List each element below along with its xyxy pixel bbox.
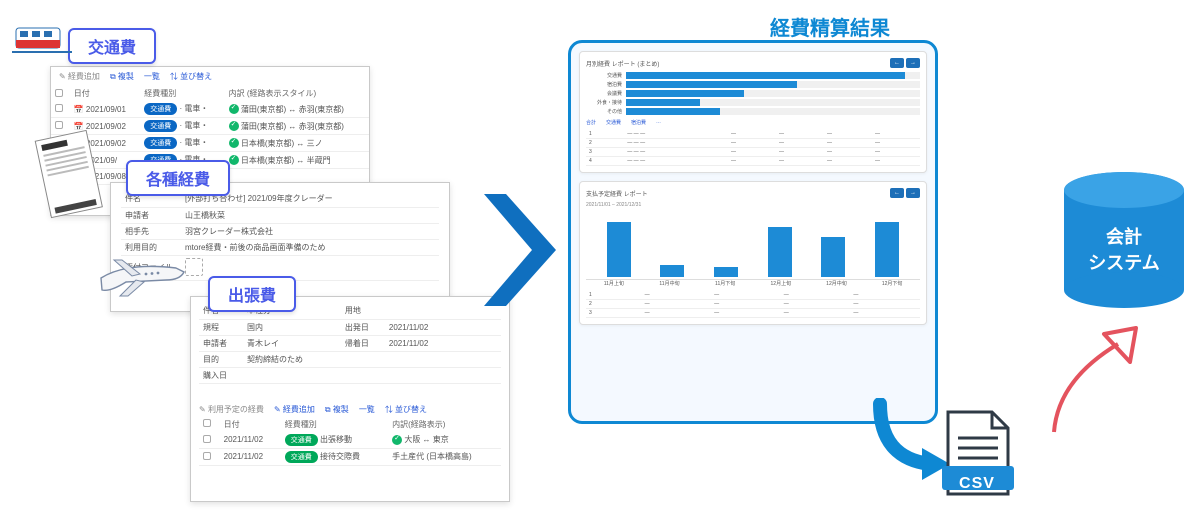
table-row[interactable]: 2021/11/02 交通費 接待交際費 手土産代 (日本橋高島) xyxy=(199,448,501,465)
toolbar-sort[interactable]: ⇅ 並び替え xyxy=(170,71,212,82)
csv-label: CSV xyxy=(938,475,1016,493)
badge-trip: 出張費 xyxy=(208,276,296,312)
flow-arrow-icon xyxy=(480,190,560,310)
toolbar-list[interactable]: 一覧 xyxy=(144,71,160,82)
table-row[interactable]: 📅 2021/09/01 交通費 · 電車・ 蒲田(東京都) ↔ 赤羽(東京都) xyxy=(51,101,369,118)
table-row[interactable]: 📅 2021/09/02 交通費 · 電車・ 蒲田(東京都) ↔ 赤羽(東京都) xyxy=(51,118,369,135)
trip-copy[interactable]: ⧉ 複製 xyxy=(325,404,349,415)
dash2-date-range: 2021/11/01 – 2021/12/31 xyxy=(586,202,920,208)
dash1-prev-button[interactable]: ← xyxy=(890,58,904,68)
dash2-title: 支払予定経費 レポート xyxy=(586,189,648,198)
csv-file-icon: CSV xyxy=(938,408,1016,523)
toolbar-add[interactable]: ✎ 経費追加 xyxy=(59,71,100,82)
dash2-prev-button[interactable]: ← xyxy=(890,188,904,198)
accounting-system-db: 会計 システム xyxy=(1060,170,1188,367)
col-date: 日付 xyxy=(70,86,141,101)
col-type: 経費種別 xyxy=(140,86,224,101)
plane-icon xyxy=(96,248,186,302)
trip-sub-table: 日付 経費種別 内訳(経路表示) 2021/11/02 交通費 出張移動 大阪 … xyxy=(199,417,501,466)
source-panels: ✎ 経費追加 ⧉ 複製 一覧 ⇅ 並び替え 日付 経費種別 内訳 (経路表示スタ… xyxy=(50,20,480,500)
badge-misc: 各種経費 xyxy=(126,160,230,196)
dash2-chart xyxy=(586,210,920,280)
badge-transport: 交通費 xyxy=(68,28,156,64)
toolbar-copy[interactable]: ⧉ 複製 xyxy=(110,71,134,82)
trip-kv-table: 件名本社分 用地 規程国内 出発日2021/11/02 申請者青木レイ 帰着日2… xyxy=(199,303,501,384)
dash2-next-button[interactable]: → xyxy=(906,188,920,198)
trip-add[interactable]: ✎ 経費追加 xyxy=(274,404,315,415)
dash1-next-button[interactable]: → xyxy=(906,58,920,68)
train-icon xyxy=(12,16,72,60)
dashboard-payment-schedule: 支払予定経費 レポート ← → 2021/11/01 – 2021/12/31 … xyxy=(579,181,927,325)
table-row[interactable]: 2021/11/02 交通費 出張移動 大阪 ↔ 東京 xyxy=(199,432,501,449)
dash1-title: 月別経費 レポート (まとめ) xyxy=(586,59,659,68)
dash2-mini-table: 1———— 2———— 3———— xyxy=(586,291,920,318)
table-row[interactable]: 📅 2021/09/02 交通費 · 電車・ 日本橋(東京都) ↔ 三ノ xyxy=(51,135,369,152)
panel-toolbar: ✎ 経費追加 ⧉ 複製 一覧 ⇅ 並び替え xyxy=(51,67,369,86)
trip-expense-panel: 件名本社分 用地 規程国内 出発日2021/11/02 申請者青木レイ 帰着日2… xyxy=(190,296,510,502)
db-label-line1: 会計 xyxy=(1060,223,1188,249)
result-frame: 月別経費 レポート (まとめ) ← → 交通費 宿泊費 会議費 外食・接待 その… xyxy=(568,40,938,424)
trip-list[interactable]: 一覧 xyxy=(359,404,375,415)
col-detail: 内訳 (経路表示スタイル) xyxy=(225,86,369,101)
db-label-line2: システム xyxy=(1060,249,1188,275)
trip-sort[interactable]: ⇅ 並び替え xyxy=(385,404,427,415)
result-title: 経費精算結果 xyxy=(660,12,1000,41)
trip-sub-toolbar: ✎ 利用予定の経費 ✎ 経費追加 ⧉ 複製 一覧 ⇅ 並び替え xyxy=(199,402,501,417)
dash1-mini-table: 1— — ————— 2— — ————— 3— — ————— 4— — ——… xyxy=(586,130,920,166)
dashboard-monthly-expense: 月別経費 レポート (まとめ) ← → 交通費 宿泊費 会議費 外食・接待 その… xyxy=(579,51,927,173)
